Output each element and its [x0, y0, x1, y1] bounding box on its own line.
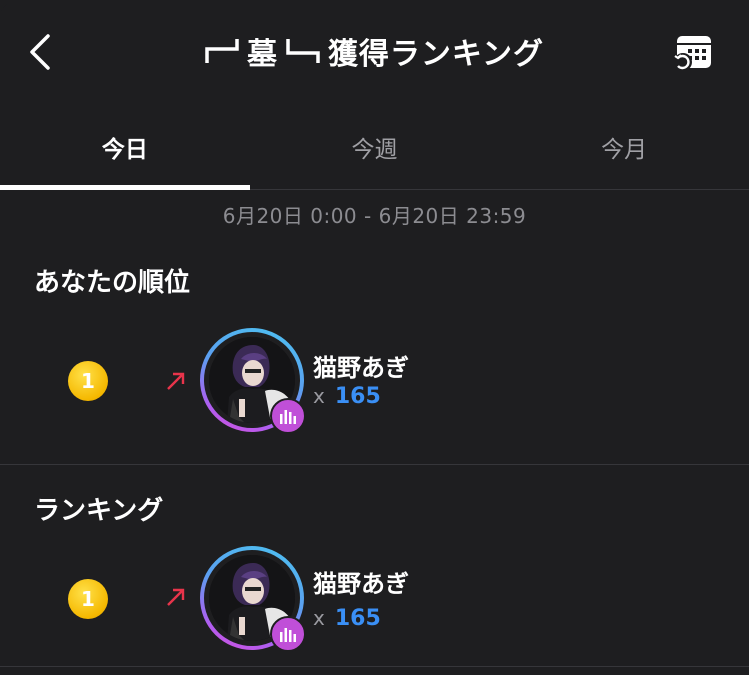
score-prefix: x: [313, 384, 325, 408]
score-value: 165: [334, 384, 381, 409]
live-badge: [270, 398, 306, 434]
trend-up-icon: [167, 372, 185, 390]
divider: [0, 464, 749, 465]
calendar-history-icon: [674, 36, 711, 71]
my-rank-section-title: あなたの順位: [34, 268, 191, 298]
user-name: 猫野あぎ: [313, 354, 409, 382]
ranking-section-title: ランキング: [34, 496, 164, 526]
divider: [0, 666, 749, 667]
user-name: 猫野あぎ: [313, 570, 409, 598]
tab-month[interactable]: 今月: [499, 105, 749, 189]
audio-bars-icon: [280, 628, 296, 642]
header: 墓 獲得ランキング: [0, 0, 749, 105]
ranking-screen: 墓 獲得ランキング 今日 今週 今月 6月20日 0:00 - 6月20日 23…: [0, 0, 749, 675]
ranking-row[interactable]: 1 猫野あぎ x 165: [0, 546, 749, 654]
avatar[interactable]: [200, 546, 306, 652]
avatar[interactable]: [200, 328, 306, 434]
bracket-right-icon: [286, 39, 320, 63]
tab-today[interactable]: 今日: [0, 105, 250, 190]
period-tabs: 今日 今週 今月: [0, 105, 749, 190]
bracket-left-icon: [205, 39, 239, 63]
score-value: 165: [334, 606, 381, 631]
history-calendar-button[interactable]: [673, 34, 715, 72]
page-title: 墓 獲得ランキング: [0, 28, 749, 74]
audio-bars-icon: [280, 410, 296, 424]
trend-up-icon: [167, 588, 185, 606]
tab-week[interactable]: 今週: [250, 105, 500, 189]
rank-badge: 1: [68, 361, 108, 401]
date-range: 6月20日 0:00 - 6月20日 23:59: [222, 204, 527, 228]
my-rank-row[interactable]: 1 猫野あぎ x 165: [0, 328, 749, 436]
title-gift-name: 墓: [246, 37, 278, 72]
live-badge: [270, 616, 306, 652]
title-suffix: 獲得ランキング: [327, 37, 545, 72]
user-score: x 165: [313, 606, 381, 631]
rank-badge: 1: [68, 579, 108, 619]
user-score: x 165: [313, 384, 381, 409]
score-prefix: x: [313, 606, 325, 630]
